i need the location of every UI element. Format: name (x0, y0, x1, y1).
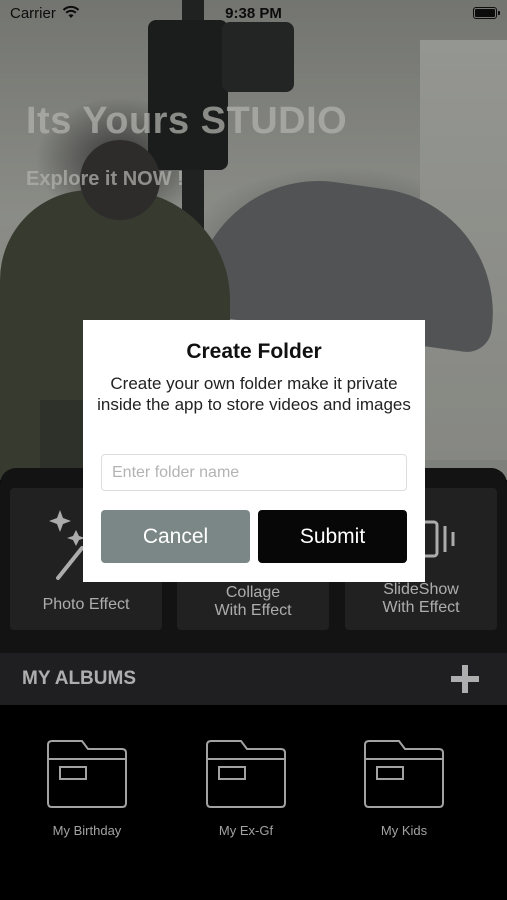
dialog-title: Create Folder (186, 340, 322, 363)
cancel-button[interactable]: Cancel (101, 510, 250, 563)
app-screen: Carrier 9:38 PM Its Yours STUDIO Explore… (0, 0, 507, 900)
dialog-message: Create your own folder make it private i… (97, 374, 411, 414)
submit-button[interactable]: Submit (258, 510, 407, 563)
create-folder-dialog: Create Folder Create your own folder mak… (83, 320, 425, 582)
folder-name-input[interactable] (101, 454, 407, 491)
